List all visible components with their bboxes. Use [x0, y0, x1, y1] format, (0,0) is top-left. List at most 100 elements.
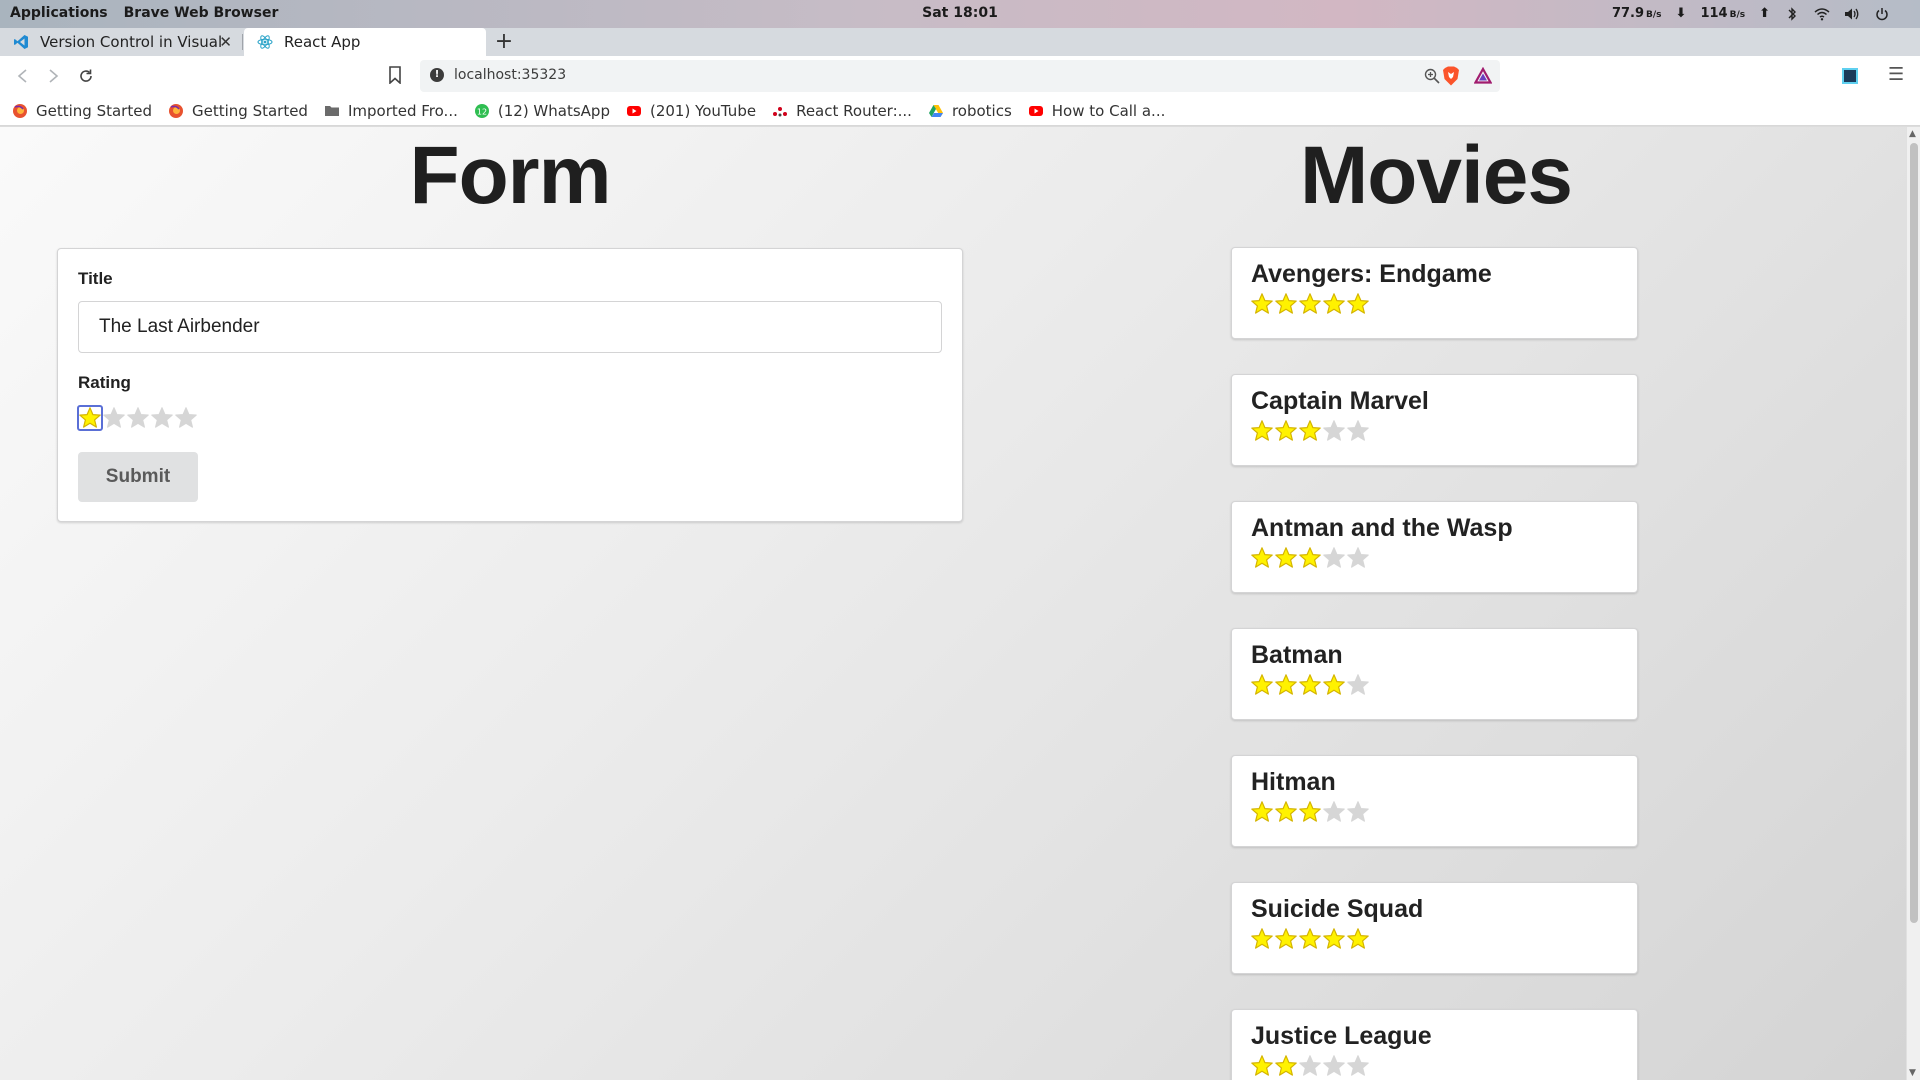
applications-menu[interactable]: Applications — [10, 5, 108, 21]
brave-shield-icon[interactable] — [1442, 66, 1460, 86]
bookmark-item[interactable]: 12 (12) WhatsApp — [474, 102, 610, 120]
rating-label: Rating — [78, 373, 131, 392]
star-empty-icon — [1322, 419, 1346, 443]
star-empty-icon[interactable] — [150, 406, 174, 430]
active-app-name[interactable]: Brave Web Browser — [124, 5, 279, 21]
reload-button[interactable] — [75, 65, 97, 87]
brave-rewards-icon[interactable] — [1473, 66, 1493, 85]
wifi-icon[interactable] — [1814, 7, 1830, 21]
youtube-icon — [1028, 103, 1044, 119]
movie-rating — [1250, 419, 1370, 443]
react-icon — [256, 33, 274, 51]
movie-title: Suicide Squad — [1251, 895, 1424, 923]
volume-icon[interactable] — [1844, 7, 1860, 21]
movies-heading: Movies — [1300, 130, 1573, 221]
star-filled-icon — [1250, 419, 1274, 443]
star-empty-icon — [1322, 800, 1346, 824]
scroll-up-icon[interactable]: ▲ — [1909, 129, 1916, 139]
star-empty-icon — [1346, 419, 1370, 443]
movie-card: Captain Marvel — [1231, 374, 1638, 466]
url-text[interactable]: localhost:35323 — [454, 67, 566, 83]
star-empty-icon[interactable] — [102, 406, 126, 430]
movie-rating — [1250, 546, 1370, 570]
power-icon[interactable] — [1874, 7, 1890, 21]
movie-form: Title Rating Submit — [57, 248, 963, 522]
star-empty-icon — [1346, 546, 1370, 570]
firefox-icon — [168, 103, 184, 119]
tab-react-app[interactable]: React App — [244, 28, 486, 56]
folder-icon — [324, 103, 340, 119]
movie-title: Captain Marvel — [1251, 387, 1429, 415]
forward-button[interactable] — [42, 65, 64, 87]
bookmark-label: Getting Started — [36, 101, 152, 120]
star-filled-icon — [1274, 673, 1298, 697]
menu-icon[interactable]: ☰ — [1888, 64, 1904, 85]
star-empty-icon — [1322, 546, 1346, 570]
bookmark-label: Getting Started — [191, 101, 308, 120]
star-filled-icon — [1298, 927, 1322, 951]
star-filled-icon — [1274, 800, 1298, 824]
zoom-icon[interactable] — [1424, 68, 1440, 84]
back-button[interactable] — [12, 65, 34, 87]
rating-input[interactable] — [77, 405, 198, 431]
extension-icon[interactable] — [1842, 68, 1858, 84]
star-filled-icon — [1298, 292, 1322, 316]
star-empty-icon — [1298, 1054, 1322, 1078]
new-tab-button[interactable]: + — [492, 29, 516, 54]
bookmark-item[interactable]: React Router:... — [772, 102, 912, 120]
tab-version-control[interactable]: Version Control in Visual St ✕ — [0, 28, 242, 56]
movie-rating — [1250, 800, 1370, 824]
bookmark-label: robotics — [951, 101, 1012, 120]
movie-title: Avengers: Endgame — [1251, 260, 1492, 288]
site-info-icon[interactable]: ! — [430, 68, 444, 82]
star-filled-icon[interactable] — [77, 405, 103, 431]
movie-card: Hitman — [1231, 755, 1638, 847]
movie-card: Avengers: Endgame — [1231, 247, 1638, 339]
upload-arrow-icon: ⬆ — [1759, 6, 1770, 21]
bookmark-item[interactable]: Getting Started — [12, 102, 152, 120]
bookmark-label: Imported Fro... — [347, 101, 458, 120]
address-bar[interactable]: ! localhost:35323 — [420, 60, 1500, 92]
react-router-icon — [772, 103, 788, 119]
star-filled-icon — [1274, 292, 1298, 316]
star-filled-icon — [1346, 927, 1370, 951]
scrollbar-thumb[interactable] — [1910, 143, 1918, 923]
net-down-readout: 77.9 B/s — [1611, 6, 1662, 21]
bookmark-item[interactable]: How to Call a... — [1028, 101, 1166, 120]
vscode-icon — [12, 33, 30, 51]
bluetooth-icon[interactable] — [1784, 6, 1800, 21]
bookmark-item[interactable]: Getting Started — [168, 102, 308, 120]
title-input[interactable] — [78, 301, 942, 353]
star-empty-icon — [1322, 1054, 1346, 1078]
star-filled-icon — [1298, 800, 1322, 824]
bookmarks-bar: Getting Started Getting Started Imported F… — [0, 96, 1920, 126]
submit-button[interactable]: Submit — [78, 452, 198, 502]
whatsapp-icon: 12 — [474, 103, 490, 119]
bookmark-item[interactable]: robotics — [928, 102, 1012, 120]
star-filled-icon — [1274, 419, 1298, 443]
bookmark-item[interactable]: (201) YouTube — [626, 102, 756, 120]
bookmark-icon[interactable] — [388, 66, 406, 86]
bookmark-label: How to Call a... — [1051, 101, 1166, 120]
movie-card: Antman and the Wasp — [1231, 501, 1638, 593]
close-tab-icon[interactable]: ✕ — [219, 33, 232, 51]
bookmark-item[interactable]: Imported Fro... — [324, 102, 458, 120]
star-empty-icon[interactable] — [174, 406, 198, 430]
tab-separator — [242, 34, 243, 50]
star-filled-icon — [1274, 1054, 1298, 1078]
tab-strip: Version Control in Visual St ✕ React App… — [0, 28, 1920, 56]
movie-title: Antman and the Wasp — [1251, 514, 1513, 542]
net-up-readout: 114 B/s — [1700, 6, 1746, 21]
star-empty-icon[interactable] — [126, 406, 150, 430]
star-filled-icon — [1250, 1054, 1274, 1078]
scroll-down-icon[interactable]: ▼ — [1909, 1068, 1916, 1078]
svg-text:12: 12 — [477, 107, 487, 116]
bookmark-label: (201) YouTube — [649, 101, 757, 120]
movie-title: Batman — [1251, 641, 1343, 669]
youtube-icon — [626, 103, 642, 119]
browser-toolbar: ! localhost:35323 ☰ — [0, 56, 1920, 96]
page-scrollbar[interactable]: ▲ ▼ — [1906, 127, 1920, 1080]
bookmark-label: React Router:... — [796, 101, 912, 120]
page-viewport: Form Movies Title Rating Submit Avengers… — [0, 127, 1906, 1080]
star-empty-icon — [1346, 800, 1370, 824]
